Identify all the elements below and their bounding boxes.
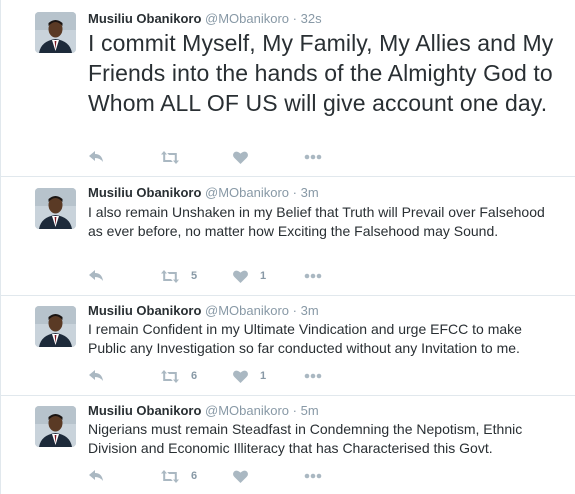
more-icon xyxy=(304,273,322,279)
author-handle[interactable]: @MObanikoro xyxy=(205,11,289,26)
like-count: 1 xyxy=(260,270,267,282)
more-icon xyxy=(304,473,322,479)
tweet-header: Musiliu Obanikoro @MObanikoro · 3m xyxy=(88,303,319,319)
retweet-icon xyxy=(161,369,179,383)
like-button[interactable] xyxy=(233,149,260,165)
author-name[interactable]: Musiliu Obanikoro xyxy=(88,11,201,26)
retweet-button[interactable]: 6 xyxy=(161,468,197,484)
tweet-header: Musiliu Obanikoro @MObanikoro · 3m xyxy=(88,185,319,201)
timestamp[interactable]: 3m xyxy=(301,303,319,318)
more-icon xyxy=(304,154,322,160)
like-count: 1 xyxy=(260,370,267,382)
heart-icon xyxy=(233,470,248,483)
reply-icon xyxy=(89,151,103,162)
avatar-image xyxy=(35,12,76,53)
like-button[interactable]: 1 xyxy=(233,268,266,284)
avatar-image xyxy=(35,306,76,347)
author-name[interactable]: Musiliu Obanikoro xyxy=(88,303,201,318)
like-button[interactable]: 1 xyxy=(233,368,266,384)
tweet-item[interactable]: Musiliu Obanikoro @MObanikoro · 5m Niger… xyxy=(1,395,575,494)
tweet-item[interactable]: Musiliu Obanikoro @MObanikoro · 32s I co… xyxy=(1,0,575,177)
retweet-count: 5 xyxy=(191,270,198,282)
tweet-text: I commit Myself, My Family, My Allies an… xyxy=(88,30,554,116)
avatar[interactable] xyxy=(35,406,76,447)
avatar[interactable] xyxy=(35,188,76,229)
more-button[interactable] xyxy=(304,149,322,165)
more-button[interactable] xyxy=(304,368,322,384)
avatar-image xyxy=(35,188,76,229)
author-handle[interactable]: @MObanikoro xyxy=(205,403,289,418)
author-name[interactable]: Musiliu Obanikoro xyxy=(88,185,201,200)
timestamp[interactable]: 3m xyxy=(301,185,319,200)
tweet-header: Musiliu Obanikoro @MObanikoro · 5m xyxy=(88,403,319,419)
heart-icon xyxy=(233,370,248,383)
retweet-button[interactable]: 5 xyxy=(161,268,197,284)
more-button[interactable] xyxy=(304,268,322,284)
tweet-text: Nigerians must remain Steadfast in Conde… xyxy=(88,421,523,456)
author-handle[interactable]: @MObanikoro xyxy=(205,185,289,200)
reply-icon xyxy=(89,470,103,481)
retweet-button[interactable]: 6 xyxy=(161,368,197,384)
reply-button[interactable] xyxy=(88,468,104,484)
tweet-text: I remain Confident in my Ultimate Vindic… xyxy=(88,321,522,356)
avatar[interactable] xyxy=(35,12,76,53)
reply-icon xyxy=(89,370,103,381)
tweet-header: Musiliu Obanikoro @MObanikoro · 32s xyxy=(88,11,322,27)
separator: · xyxy=(292,303,298,318)
avatar[interactable] xyxy=(35,306,76,347)
separator: · xyxy=(292,403,298,418)
separator: · xyxy=(292,185,298,200)
tweet-item[interactable]: Musiliu Obanikoro @MObanikoro · 3m I als… xyxy=(1,176,575,296)
avatar-image xyxy=(35,406,76,447)
separator: · xyxy=(292,11,298,26)
tweet-text: I also remain Unshaken in my Belief that… xyxy=(88,204,545,239)
reply-button[interactable] xyxy=(88,368,104,384)
retweet-count: 6 xyxy=(191,370,198,382)
reply-button[interactable] xyxy=(88,268,104,284)
reply-button[interactable] xyxy=(88,149,104,165)
timestamp[interactable]: 5m xyxy=(301,403,319,418)
retweet-icon xyxy=(161,150,179,164)
retweet-icon xyxy=(161,469,179,483)
more-icon xyxy=(304,373,322,379)
retweet-count: 6 xyxy=(191,470,198,482)
timeline: Musiliu Obanikoro @MObanikoro · 32s I co… xyxy=(0,0,575,494)
author-handle[interactable]: @MObanikoro xyxy=(205,303,289,318)
more-button[interactable] xyxy=(304,468,322,484)
retweet-button[interactable] xyxy=(161,149,191,165)
retweet-icon xyxy=(161,269,179,283)
timestamp[interactable]: 32s xyxy=(301,11,322,26)
reply-icon xyxy=(89,270,103,281)
tweet-item[interactable]: Musiliu Obanikoro @MObanikoro · 3m I rem… xyxy=(1,295,575,396)
author-name[interactable]: Musiliu Obanikoro xyxy=(88,403,201,418)
heart-icon xyxy=(233,270,248,283)
like-button[interactable] xyxy=(233,468,260,484)
heart-icon xyxy=(233,151,248,164)
